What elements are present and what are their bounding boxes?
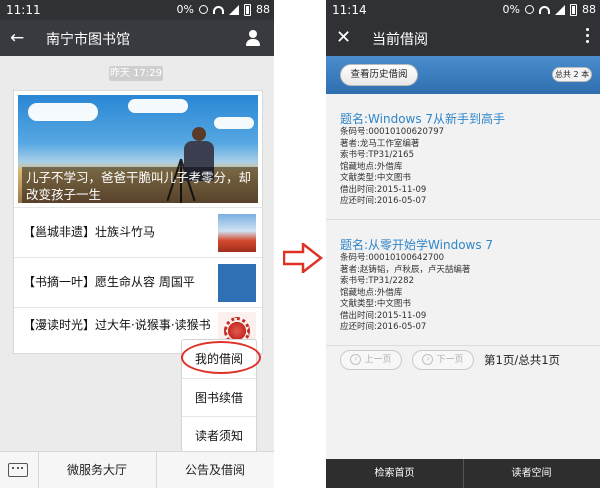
total-count-badge: 总共 2 本 — [552, 67, 592, 82]
news-title: 【漫读时光】过大年·说猴事·读猴书 — [23, 318, 211, 332]
status-bar: 11:11 0% 88 — [0, 0, 274, 20]
battery-icon — [570, 3, 577, 16]
wifi-icon — [213, 5, 224, 14]
status-indicators: 0% 88 — [177, 3, 270, 16]
book-call-number: 索书号:TP31/2282 — [340, 276, 414, 286]
signal-icon — [229, 4, 239, 15]
close-icon[interactable]: ✕ — [336, 27, 351, 48]
signal-icon — [555, 4, 565, 15]
alarm-icon — [199, 5, 208, 14]
battery-icon — [244, 3, 251, 16]
highlight-circle — [181, 341, 261, 374]
menu-item-reader-notice[interactable]: 读者须知 — [182, 416, 256, 454]
right-arrow-icon — [283, 243, 323, 273]
news-title: 【邕城非遗】壮族斗竹马 — [23, 225, 156, 239]
hero-image-cloud — [214, 117, 254, 129]
prev-arrow-icon: ‹ — [350, 354, 362, 365]
book-title[interactable]: 题名:从零开始学Windows 7 — [340, 236, 493, 253]
menu-micro-service-hall[interactable]: 微服务大厅 — [38, 452, 156, 488]
next-page-label: 下一页 — [436, 355, 464, 365]
page-header: ✕ 当前借阅 — [326, 20, 600, 56]
hero-image-cloud — [128, 99, 188, 113]
current-borrowing-screen: 11:14 0% 88 ✕ 当前借阅 查看历史借阅 总共 2 本 题名:Wind… — [326, 0, 600, 488]
toolbar-band: 查看历史借阅 总共 2 本 — [326, 56, 600, 94]
news-thumbnail — [218, 264, 256, 302]
book-due-date: 应还时间:2016-05-07 — [340, 196, 427, 206]
book-type: 文献类型:中文图书 — [340, 173, 411, 183]
next-arrow-icon: › — [422, 354, 434, 365]
status-time: 11:11 — [6, 3, 41, 17]
book-details: 条码号:00010100642700 著者:赵铸韬，卢秋辰，卢天喆编著 索书号:… — [340, 253, 470, 334]
view-history-button[interactable]: 查看历史借阅 — [340, 64, 418, 86]
bottom-tab-bar: 检索首页 读者空间 — [326, 459, 600, 488]
back-arrow-icon[interactable]: ← — [10, 28, 24, 48]
book-type: 文献类型:中文图书 — [340, 299, 411, 309]
tab-search-home[interactable]: 检索首页 — [326, 459, 463, 488]
book-title[interactable]: 题名:Windows 7从新手到高手 — [340, 110, 505, 127]
page-info: 第1页/总共1页 — [484, 353, 561, 367]
hero-image-cloud — [28, 103, 98, 121]
chat-header: ← 南宁市图书馆 — [0, 20, 274, 56]
hero-caption: 儿子不学习，爸爸干脆叫儿子考零分，却改变孩子一生 — [22, 167, 258, 203]
book-due-date: 应还时间:2016-05-07 — [340, 322, 427, 332]
hero-article[interactable]: 儿子不学习，爸爸干脆叫儿子考零分，却改变孩子一生 — [18, 95, 258, 203]
more-options-icon[interactable] — [586, 28, 590, 46]
status-data-percent: 0% — [502, 3, 520, 16]
book-author: 著者:赵铸韬，卢秋辰，卢天喆编著 — [340, 264, 471, 275]
book-details: 条码号:00010100620797 著者:龙马工作室编著 索书号:TP31/2… — [340, 127, 444, 208]
news-thumbnail — [218, 214, 256, 252]
wifi-icon — [539, 5, 550, 14]
wechat-chat-screen: 11:11 0% 88 ← 南宁市图书馆 昨天 17:29 儿子不学习，爸爸干脆… — [0, 0, 274, 488]
news-item[interactable]: 【邕城非遗】壮族斗竹马 — [14, 207, 262, 257]
status-bar: 11:14 0% 88 — [326, 0, 600, 20]
book-barcode: 条码号:00010100642700 — [340, 253, 445, 263]
book-call-number: 索书号:TP31/2165 — [340, 150, 414, 160]
book-location: 馆藏地点:外借库 — [340, 287, 403, 298]
page-title: 南宁市图书馆 — [46, 32, 130, 48]
book-author: 著者:龙马工作室编著 — [340, 138, 420, 149]
status-data-percent: 0% — [176, 3, 194, 16]
prev-page-label: 上一页 — [364, 355, 392, 365]
borrowed-book-item[interactable]: 题名:Windows 7从新手到高手 条码号:00010100620797 著者… — [326, 94, 600, 220]
book-borrow-date: 借出时间:2015-11-09 — [340, 310, 427, 321]
status-time: 11:14 — [332, 3, 367, 17]
tab-reader-space[interactable]: 读者空间 — [463, 459, 600, 488]
news-item[interactable]: 【书摘一叶】愿生命从容 周国平 — [14, 257, 262, 307]
battery-level: 88 — [256, 3, 270, 16]
keyboard-icon[interactable] — [8, 463, 28, 477]
borrowed-book-item[interactable]: 题名:从零开始学Windows 7 条码号:00010100642700 著者:… — [326, 220, 600, 346]
book-location: 馆藏地点:外借库 — [340, 161, 403, 172]
menu-notice-and-borrowing[interactable]: 公告及借阅 — [156, 452, 274, 488]
alarm-icon — [525, 5, 534, 14]
book-barcode: 条码号:00010100620797 — [340, 127, 445, 137]
next-page-button[interactable]: › 下一页 — [412, 350, 474, 370]
pagination: ‹ 上一页 › 下一页 第1页/总共1页 — [326, 347, 600, 377]
page-title: 当前借阅 — [372, 32, 428, 48]
status-indicators: 0% 88 — [503, 3, 596, 16]
message-timestamp: 昨天 17:29 — [109, 66, 163, 81]
menu-item-renew[interactable]: 图书续借 — [182, 378, 256, 416]
battery-level: 88 — [582, 3, 596, 16]
prev-page-button[interactable]: ‹ 上一页 — [340, 350, 402, 370]
book-borrow-date: 借出时间:2015-11-09 — [340, 184, 427, 195]
chat-menu-bar: 微服务大厅 公告及借阅 — [0, 451, 274, 488]
article-card: 儿子不学习，爸爸干脆叫儿子考零分，却改变孩子一生 【邕城非遗】壮族斗竹马 【书摘… — [13, 90, 263, 354]
profile-icon[interactable] — [246, 30, 260, 46]
news-title: 【书摘一叶】愿生命从容 周国平 — [23, 275, 195, 289]
